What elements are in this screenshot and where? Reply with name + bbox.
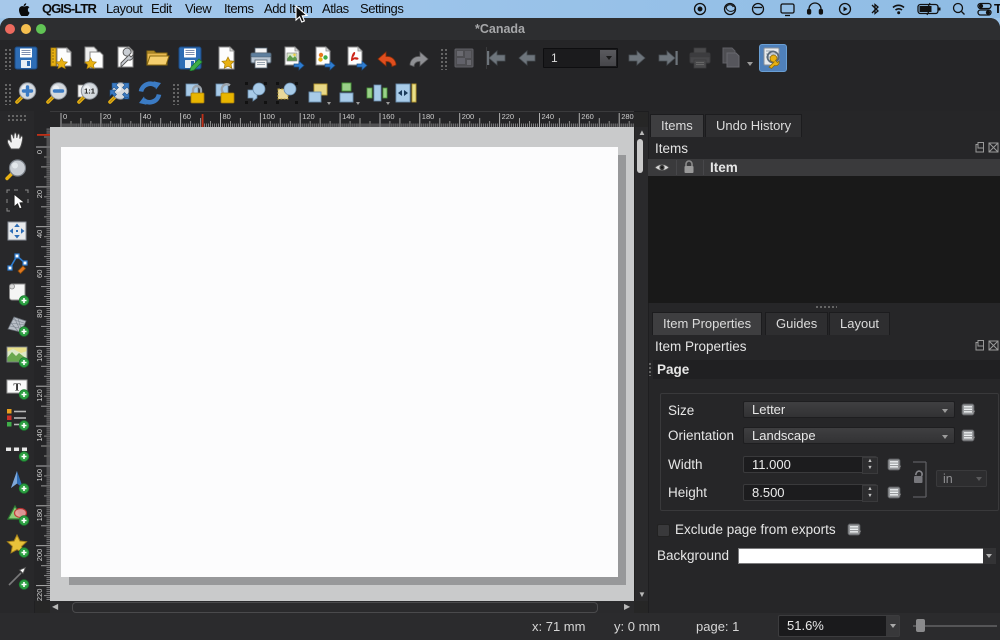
svg-text:80: 80	[35, 310, 44, 318]
svg-text:140: 140	[35, 429, 44, 442]
svg-text:220: 220	[502, 112, 515, 121]
svg-text:200: 200	[35, 549, 44, 562]
svg-text:60: 60	[183, 112, 191, 121]
svg-text:180: 180	[35, 509, 44, 522]
svg-text:40: 40	[35, 230, 44, 238]
svg-text:180: 180	[422, 112, 435, 121]
svg-text:220: 220	[35, 589, 44, 601]
svg-text:120: 120	[35, 389, 44, 402]
svg-text:0: 0	[63, 112, 67, 121]
svg-text:240: 240	[542, 112, 555, 121]
svg-text:160: 160	[382, 112, 395, 121]
svg-text:100: 100	[35, 349, 44, 362]
svg-text:20: 20	[103, 112, 111, 121]
svg-text:40: 40	[143, 112, 151, 121]
svg-text:200: 200	[462, 112, 475, 121]
svg-text:1:1: 1:1	[84, 87, 95, 96]
svg-text:160: 160	[35, 469, 44, 482]
svg-text:0: 0	[35, 150, 44, 154]
svg-text:120: 120	[302, 112, 315, 121]
svg-text:260: 260	[581, 112, 594, 121]
svg-text:80: 80	[223, 112, 231, 121]
svg-text:100: 100	[262, 112, 275, 121]
svg-text:60: 60	[35, 270, 44, 278]
svg-text:140: 140	[342, 112, 355, 121]
svg-text:280: 280	[621, 112, 634, 121]
svg-text:20: 20	[35, 190, 44, 198]
